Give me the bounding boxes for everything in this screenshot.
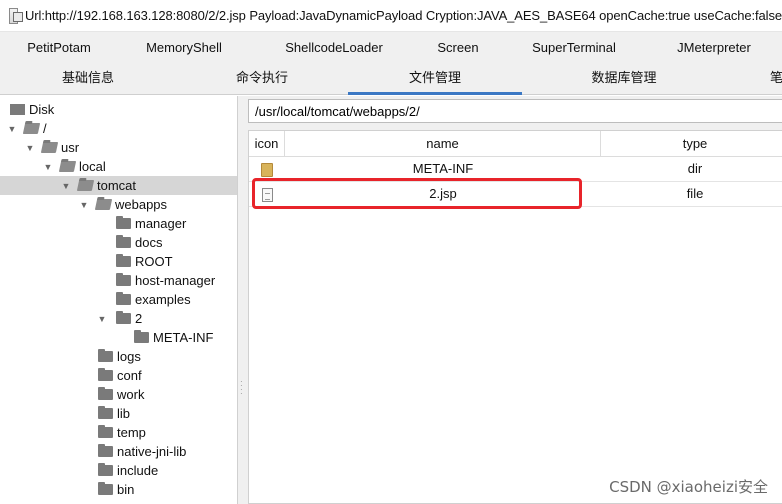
tab-memoryshell[interactable]: MemoryShell: [128, 32, 240, 63]
folder-icon: [98, 425, 113, 438]
folder-icon: [116, 216, 131, 229]
tree-node-label: tomcat: [97, 178, 137, 193]
chevron-down-icon[interactable]: ▼: [96, 313, 108, 325]
tab-screen[interactable]: Screen: [420, 32, 496, 63]
folder-icon: [98, 463, 113, 476]
tree-node-label: logs: [117, 349, 141, 364]
drive-icon: [10, 104, 25, 115]
tree-node-label: include: [117, 463, 159, 478]
folder-open-icon: [40, 142, 59, 153]
directory-tree[interactable]: Disk ▼ / ▼ usr ▼ local ▼ tomcat ▼ webapp…: [0, 96, 238, 504]
tree-node-label: Disk: [29, 102, 55, 117]
splitter-grip-icon[interactable]: · · · ·: [240, 378, 244, 398]
tree-node-label: native-jni-lib: [117, 444, 187, 459]
tab-jmeterpreter[interactable]: JMeterpreter: [660, 32, 768, 63]
tab-command-exec[interactable]: 命令执行: [204, 63, 320, 95]
folder-icon: [116, 311, 131, 324]
tree-node-manager[interactable]: manager: [0, 214, 237, 233]
path-input[interactable]: [248, 99, 782, 123]
plugin-tab-bar: PetitPotam MemoryShell ShellcodeLoader S…: [0, 32, 782, 63]
folder-open-icon: [58, 161, 77, 172]
tree-node-native-jni-lib[interactable]: native-jni-lib: [0, 442, 237, 461]
chevron-down-icon[interactable]: ▼: [6, 123, 18, 135]
folder-icon: [261, 162, 273, 177]
tree-node-label: host-manager: [135, 273, 216, 288]
main-tab-bar: 基础信息 命令执行 文件管理 数据库管理 笔: [0, 63, 782, 95]
tree-node-webapps[interactable]: ▼ webapps: [0, 195, 237, 214]
folder-icon: [98, 368, 113, 381]
tree-node-label: lib: [117, 406, 131, 421]
tree-node-tomcat[interactable]: ▼ tomcat: [0, 176, 237, 195]
title-bar: Url:http://192.168.163.128:8080/2/2.jsp …: [0, 0, 782, 32]
folder-icon: [116, 254, 131, 267]
tree-node-docs[interactable]: docs: [0, 233, 237, 252]
folder-icon: [98, 406, 113, 419]
folder-icon: [98, 444, 113, 457]
column-header-type[interactable]: type: [601, 131, 782, 157]
tree-node-usr[interactable]: ▼ usr: [0, 138, 237, 157]
tree-node-label: work: [117, 387, 145, 402]
tree-node-lib[interactable]: lib: [0, 404, 237, 423]
tree-node-label: webapps: [115, 197, 168, 212]
folder-open-icon: [22, 123, 41, 134]
row-type-cell: dir: [687, 161, 703, 176]
watermark: CSDN @xiaoheizi安全: [609, 478, 768, 496]
folder-icon: [116, 292, 131, 305]
tree-node-label: 2: [135, 311, 143, 326]
tree-node-label: examples: [135, 292, 191, 307]
tree-node-root[interactable]: ▼ /: [0, 119, 237, 138]
tree-node-label: bin: [117, 482, 135, 497]
highlight-box: [252, 178, 582, 209]
row-type-cell: file: [686, 186, 704, 201]
tree-node-label: /: [43, 121, 47, 136]
column-header-name[interactable]: name: [285, 131, 601, 157]
chevron-down-icon[interactable]: ▼: [78, 199, 90, 211]
tab-notes[interactable]: 笔: [770, 63, 782, 95]
tree-node-label: local: [79, 159, 106, 174]
tree-node-label: ROOT: [135, 254, 173, 269]
tree-node-work[interactable]: work: [0, 385, 237, 404]
tab-database-manager[interactable]: 数据库管理: [560, 63, 688, 95]
tree-node-label: temp: [117, 425, 146, 440]
folder-open-icon: [94, 199, 113, 210]
tree-node-meta-inf[interactable]: META-INF: [0, 328, 237, 347]
window-title: Url:http://192.168.163.128:8080/2/2.jsp …: [24, 8, 782, 23]
tab-superterminal[interactable]: SuperTerminal: [520, 32, 628, 63]
file-panel: icon name type META-INF dir 2.jsp file: [246, 96, 782, 504]
tree-node-2[interactable]: ▼ 2: [0, 309, 237, 328]
folder-icon: [134, 330, 149, 343]
app-icon: [9, 7, 23, 24]
tree-node-label: usr: [61, 140, 80, 155]
folder-icon: [98, 387, 113, 400]
tree-node-label: manager: [135, 216, 187, 231]
tree-node-logs[interactable]: logs: [0, 347, 237, 366]
tree-node-include[interactable]: include: [0, 461, 237, 480]
tab-file-manager[interactable]: 文件管理: [348, 63, 522, 95]
tree-node-local[interactable]: ▼ local: [0, 157, 237, 176]
tree-node-bin[interactable]: bin: [0, 480, 237, 499]
chevron-down-icon[interactable]: ▼: [42, 161, 54, 173]
folder-icon: [116, 273, 131, 286]
chevron-down-icon[interactable]: ▼: [60, 180, 72, 192]
tree-node-disk[interactable]: Disk: [0, 100, 237, 119]
tree-node-label: conf: [117, 368, 142, 383]
tree-node-root-app[interactable]: ROOT: [0, 252, 237, 271]
tree-node-examples[interactable]: examples: [0, 290, 237, 309]
folder-icon: [98, 349, 113, 362]
tree-node-label: META-INF: [153, 330, 214, 345]
folder-icon: [116, 235, 131, 248]
tree-node-temp[interactable]: temp: [0, 423, 237, 442]
panel-splitter[interactable]: [238, 96, 246, 504]
folder-open-icon: [76, 180, 95, 191]
folder-icon: [98, 482, 113, 495]
tab-petitpotam[interactable]: PetitPotam: [8, 32, 110, 63]
tab-shellcodeloader[interactable]: ShellcodeLoader: [272, 32, 396, 63]
tree-node-host-manager[interactable]: host-manager: [0, 271, 237, 290]
column-header-icon[interactable]: icon: [249, 131, 285, 157]
tree-node-conf[interactable]: conf: [0, 366, 237, 385]
chevron-down-icon[interactable]: ▼: [24, 142, 36, 154]
tab-basic-info[interactable]: 基础信息: [30, 63, 146, 95]
tree-node-label: docs: [135, 235, 163, 250]
